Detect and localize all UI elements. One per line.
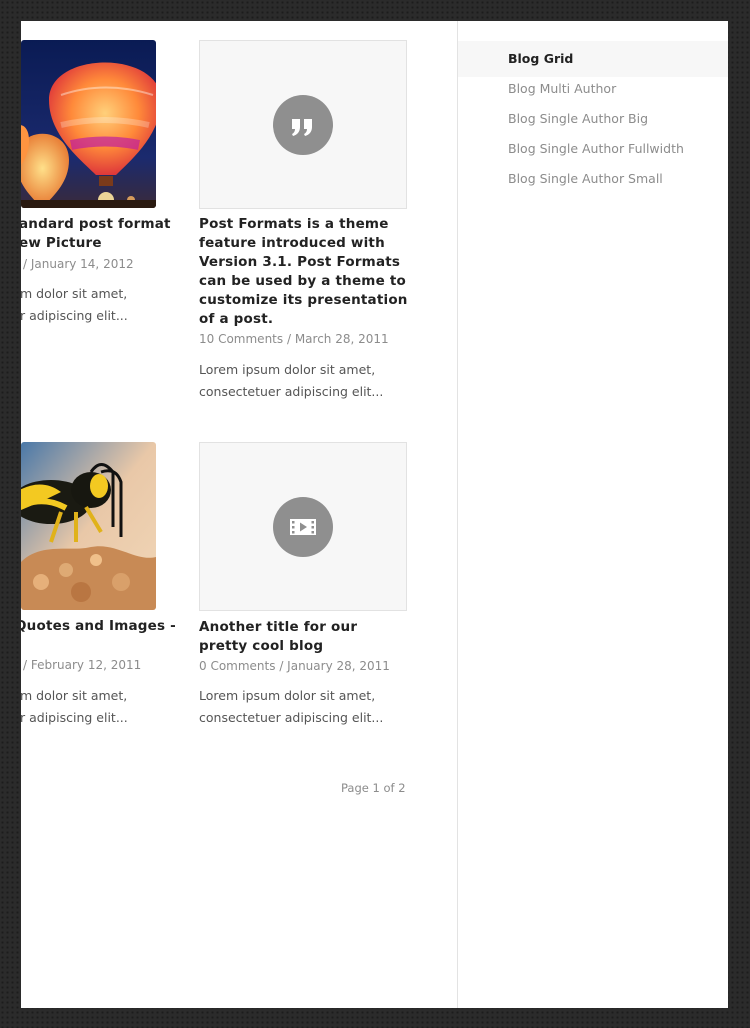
post-format-quote-box[interactable] bbox=[199, 40, 407, 209]
date-link[interactable]: March 28, 2011 bbox=[295, 332, 389, 346]
sidebar-item-blog-single-author-small[interactable]: Blog Single Author Small bbox=[458, 164, 728, 194]
meta-separator: / bbox=[275, 659, 288, 673]
comments-link[interactable]: 0 Comments bbox=[199, 659, 276, 673]
post-format-video-box[interactable] bbox=[199, 442, 407, 611]
format-circle bbox=[273, 496, 333, 557]
post-meta: 0 Comments / January 28, 2011 bbox=[199, 658, 390, 674]
excerpt-line: r adipiscing elit... bbox=[21, 709, 128, 725]
post-title[interactable]: andard post format ew Picture bbox=[21, 215, 179, 253]
sidebar-nav: Blog Grid Blog Multi Author Blog Single … bbox=[458, 41, 728, 194]
meta-separator: / bbox=[283, 332, 295, 346]
format-circle bbox=[273, 94, 333, 155]
post-title-line[interactable]: andard post format bbox=[21, 215, 179, 234]
excerpt-line: m dolor sit amet, bbox=[21, 286, 128, 301]
balloons-image bbox=[21, 40, 156, 208]
post-meta: / January 14, 2012 bbox=[23, 257, 134, 271]
quote-icon bbox=[292, 118, 312, 136]
bee-image bbox=[21, 442, 156, 610]
post-meta: / February 12, 2011 bbox=[23, 658, 142, 672]
post-excerpt: Lorem ipsum dolor sit amet, consectetuer… bbox=[199, 362, 384, 399]
video-film-icon bbox=[290, 518, 316, 535]
post-thumbnail-bee[interactable] bbox=[21, 442, 156, 610]
post-excerpt: m dolor sit amet, r adipiscing elit... bbox=[21, 283, 128, 326]
post-title[interactable]: Another title for our pretty cool blog bbox=[199, 618, 399, 656]
sidebar-item-blog-single-author-fullwidth[interactable]: Blog Single Author Fullwidth bbox=[458, 134, 728, 164]
excerpt-line: m dolor sit amet, bbox=[21, 688, 128, 703]
post-title[interactable]: Post Formats is a theme feature introduc… bbox=[199, 215, 411, 329]
post-title[interactable]: Quotes and Images - bbox=[21, 617, 176, 636]
post-meta: 10 Comments / March 28, 2011 bbox=[199, 331, 389, 347]
post-excerpt: m dolor sit amet, r adipiscing elit... bbox=[21, 685, 128, 728]
post-thumbnail-balloons[interactable] bbox=[21, 40, 156, 208]
post-excerpt: Lorem ipsum dolor sit amet, consectetuer… bbox=[199, 688, 384, 725]
sidebar-item-blog-grid[interactable]: Blog Grid bbox=[458, 41, 728, 77]
page-frame: andard post format ew Picture / January … bbox=[21, 21, 728, 1008]
sidebar-item-blog-single-author-big[interactable]: Blog Single Author Big bbox=[458, 104, 728, 134]
comments-link[interactable]: 10 Comments bbox=[199, 332, 283, 346]
excerpt-line: r adipiscing elit... bbox=[21, 307, 128, 323]
pagination-label: Page 1 of 2 bbox=[341, 781, 406, 795]
date-link[interactable]: January 28, 2011 bbox=[287, 659, 390, 673]
post-title-line[interactable]: ew Picture bbox=[21, 234, 179, 253]
sidebar-item-blog-multi-author[interactable]: Blog Multi Author bbox=[458, 74, 728, 104]
